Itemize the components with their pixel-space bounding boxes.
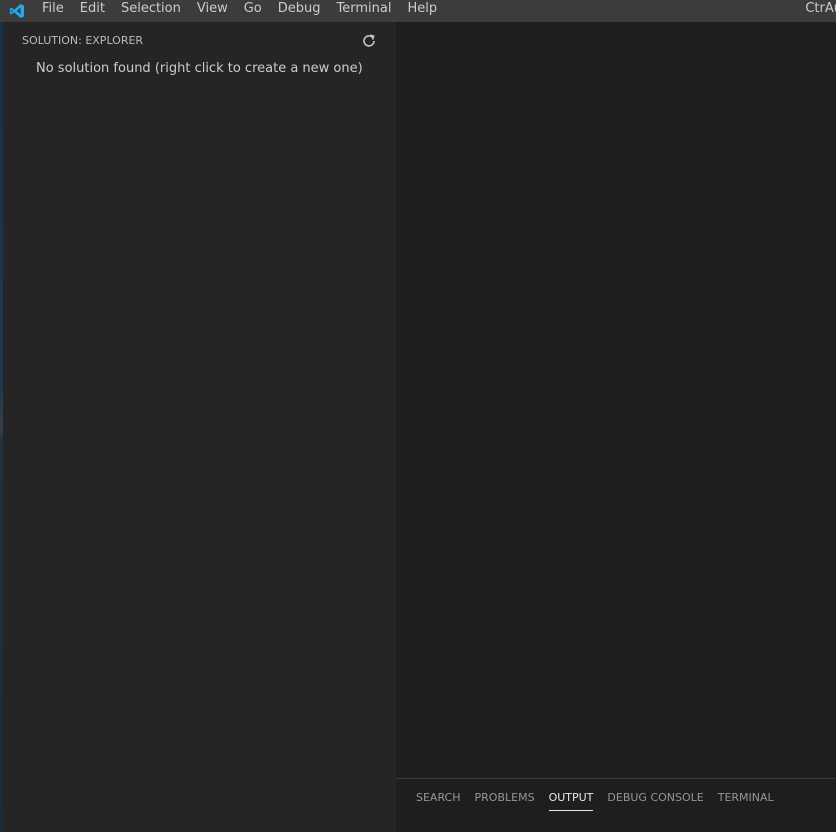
- menu-go[interactable]: Go: [236, 0, 270, 22]
- editor-area[interactable]: [396, 22, 836, 778]
- menu-selection[interactable]: Selection: [113, 0, 189, 22]
- tab-debug-console[interactable]: DEBUG CONSOLE: [600, 790, 710, 812]
- window-title: CtrAu: [805, 1, 836, 16]
- no-solution-message[interactable]: No solution found (right click to create…: [36, 61, 363, 76]
- bottom-panel: SEARCH PROBLEMS OUTPUT DEBUG CONSOLE TER…: [396, 778, 836, 832]
- tab-search[interactable]: SEARCH: [409, 790, 468, 812]
- tab-label: PROBLEMS: [474, 791, 535, 804]
- tab-label: SEARCH: [416, 791, 461, 804]
- menu-edit[interactable]: Edit: [72, 0, 113, 22]
- tab-label: OUTPUT: [548, 790, 594, 811]
- panel-tabs: SEARCH PROBLEMS OUTPUT DEBUG CONSOLE TER…: [409, 790, 781, 812]
- solution-explorer-sidebar: SOLUTION: EXPLORER No solution found (ri…: [3, 22, 396, 832]
- vscode-window: File Edit Selection View Go Debug Termin…: [0, 0, 836, 832]
- sidebar-title: SOLUTION: EXPLORER: [22, 34, 144, 47]
- menu-view[interactable]: View: [189, 0, 236, 22]
- menu-debug[interactable]: Debug: [270, 0, 329, 22]
- tab-terminal[interactable]: TERMINAL: [711, 790, 781, 812]
- tab-label: DEBUG CONSOLE: [607, 791, 704, 804]
- tab-label: TERMINAL: [717, 791, 774, 804]
- tab-problems[interactable]: PROBLEMS: [468, 790, 542, 812]
- refresh-button[interactable]: [361, 33, 377, 49]
- refresh-icon: [363, 34, 375, 47]
- tab-output[interactable]: OUTPUT: [542, 790, 601, 812]
- vscode-logo-icon[interactable]: [0, 0, 34, 22]
- menu-terminal[interactable]: Terminal: [329, 0, 400, 22]
- title-bar: File Edit Selection View Go Debug Termin…: [0, 0, 836, 22]
- menu-help[interactable]: Help: [399, 0, 445, 22]
- menu-file[interactable]: File: [34, 0, 72, 22]
